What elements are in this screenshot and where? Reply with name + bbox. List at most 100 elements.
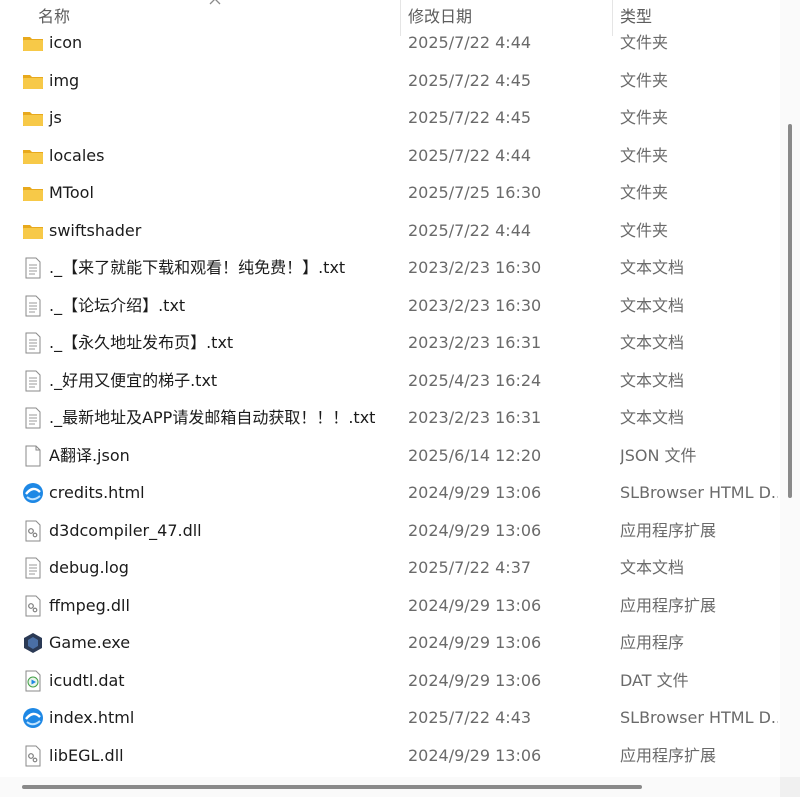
file-modified-date: 2023/2/23 16:31 xyxy=(408,408,542,427)
file-name: ._【永久地址发布页】.txt xyxy=(49,333,234,352)
file-modified-date: 2025/7/22 4:45 xyxy=(408,108,532,127)
media-file-icon xyxy=(22,670,44,692)
folder-icon xyxy=(22,220,44,242)
scrollbar-corner xyxy=(780,777,800,797)
file-type: 文件夹 xyxy=(620,108,669,127)
text-file-icon xyxy=(22,257,44,279)
vertical-scrollbar-thumb[interactable] xyxy=(788,124,792,498)
file-row[interactable]: ._【来了就能下载和观看！纯免费！】.txt 2023/2/23 16:30 文本文… xyxy=(0,249,780,287)
file-name: ._最新地址及APP请发邮箱自动获取！！！.txt xyxy=(49,408,376,427)
text-file-icon xyxy=(22,407,44,429)
file-modified-date: 2024/9/29 13:06 xyxy=(408,745,542,765)
file-type: 应用程序扩展 xyxy=(620,745,717,765)
file-modified-date: 2025/4/23 16:24 xyxy=(408,370,542,390)
file-type: JSON 文件 xyxy=(620,445,697,465)
file-name: locales xyxy=(49,145,105,165)
folder-icon xyxy=(22,107,44,129)
file-name: js xyxy=(49,108,62,127)
file-name: Game.exe xyxy=(49,633,131,652)
file-modified-date: 2025/7/22 4:44 xyxy=(408,145,532,165)
file-type: 文本文档 xyxy=(620,370,685,390)
file-name: ffmpeg.dll xyxy=(49,595,130,615)
file-type: DAT 文件 xyxy=(620,670,689,690)
file-name: debug.log xyxy=(49,558,129,577)
file-type: 文本文档 xyxy=(620,295,685,315)
file-type: 文本文档 xyxy=(620,258,685,277)
dll-file-icon xyxy=(22,520,44,542)
file-name: ._【论坛介绍】.txt xyxy=(49,295,186,315)
file-modified-date: 2025/7/22 4:45 xyxy=(408,70,532,90)
game-exe-icon xyxy=(22,632,44,654)
file-type: 文本文档 xyxy=(620,558,685,577)
vertical-scrollbar[interactable] xyxy=(780,0,800,777)
file-row[interactable]: locales 2025/7/22 4:44 文件夹 xyxy=(0,137,780,175)
file-modified-date: 2025/7/22 4:44 xyxy=(408,220,532,240)
folder-icon xyxy=(22,32,44,54)
file-modified-date: 2025/7/25 16:30 xyxy=(408,183,542,202)
folder-icon xyxy=(22,182,44,204)
file-row[interactable]: ffmpeg.dll 2024/9/29 13:06 应用程序扩展 xyxy=(0,587,780,625)
file-modified-date: 2024/9/29 13:06 xyxy=(408,595,542,615)
browser-icon xyxy=(22,707,44,729)
file-modified-date: 2025/6/14 12:20 xyxy=(408,445,542,465)
file-row[interactable]: ._【论坛介绍】.txt 2023/2/23 16:30 文本文档 xyxy=(0,287,780,325)
file-row[interactable]: ._好用又便宜的梯子.txt 2025/4/23 16:24 文本文档 xyxy=(0,362,780,400)
file-modified-date: 2025/7/22 4:43 xyxy=(408,708,532,727)
file-row[interactable]: ._【永久地址发布页】.txt 2023/2/23 16:31 文本文档 xyxy=(0,324,780,362)
text-file-icon xyxy=(22,332,44,354)
file-row[interactable]: icon 2025/7/22 4:44 文件夹 xyxy=(0,24,780,62)
file-name: A翻译.json xyxy=(49,445,130,465)
file-name: ._【来了就能下载和观看！纯免费！】.txt xyxy=(49,258,346,277)
file-row[interactable]: credits.html 2024/9/29 13:06 SLBrowser HTM… xyxy=(0,474,780,512)
file-name: d3dcompiler_47.dll xyxy=(49,520,202,540)
file-row[interactable]: swiftshader 2025/7/22 4:44 文件夹 xyxy=(0,212,780,250)
file-row[interactable]: js 2025/7/22 4:45 文件夹 xyxy=(0,99,780,137)
file-row[interactable]: ._最新地址及APP请发邮箱自动获取！！！.txt 2023/2/23 16:31… xyxy=(0,399,780,437)
text-file-icon xyxy=(22,557,44,579)
file-row[interactable]: libEGL.dll 2024/9/29 13:06 应用程序扩展 xyxy=(0,737,780,775)
horizontal-scrollbar[interactable] xyxy=(0,777,800,797)
file-name: credits.html xyxy=(49,483,145,502)
file-type: SLBrowser HTML D... xyxy=(620,483,778,502)
file-name: icon xyxy=(49,33,83,52)
file-row[interactable]: d3dcompiler_47.dll 2024/9/29 13:06 应用程序扩展 xyxy=(0,512,780,550)
sort-ascending-icon xyxy=(209,0,221,5)
file-modified-date: 2024/9/29 13:06 xyxy=(408,633,542,652)
file-row[interactable]: icudtl.dat 2024/9/29 13:06 DAT 文件 xyxy=(0,662,780,700)
file-modified-date: 2024/9/29 13:06 xyxy=(408,520,542,540)
file-name: index.html xyxy=(49,708,135,727)
file-modified-date: 2023/2/23 16:30 xyxy=(408,258,542,277)
file-type: 应用程序扩展 xyxy=(620,595,717,615)
file-modified-date: 2025/7/22 4:44 xyxy=(408,33,532,52)
file-row[interactable]: debug.log 2025/7/22 4:37 文本文档 xyxy=(0,549,780,587)
file-type: 文本文档 xyxy=(620,408,685,427)
file-row[interactable]: index.html 2025/7/22 4:43 SLBrowser HTML D… xyxy=(0,699,780,737)
text-file-icon xyxy=(22,370,44,392)
file-type: 文件夹 xyxy=(620,183,669,202)
file-name: ._好用又便宜的梯子.txt xyxy=(49,370,218,390)
horizontal-scrollbar-thumb[interactable] xyxy=(22,785,642,789)
file-name: icudtl.dat xyxy=(49,670,125,690)
file-type: SLBrowser HTML D... xyxy=(620,708,778,727)
file-row[interactable]: img 2025/7/22 4:45 文件夹 xyxy=(0,62,780,100)
dll-file-icon xyxy=(22,745,44,767)
file-type: 应用程序 xyxy=(620,633,685,652)
folder-icon xyxy=(22,70,44,92)
file-type: 文件夹 xyxy=(620,145,669,165)
file-row[interactable]: Game.exe 2024/9/29 13:06 应用程序 xyxy=(0,624,780,662)
dll-file-icon xyxy=(22,595,44,617)
blank-file-icon xyxy=(22,445,44,467)
file-type: 应用程序扩展 xyxy=(620,520,717,540)
file-modified-date: 2025/7/22 4:37 xyxy=(408,558,532,577)
folder-icon xyxy=(22,145,44,167)
file-type: 文件夹 xyxy=(620,70,669,90)
file-modified-date: 2023/2/23 16:31 xyxy=(408,333,542,352)
text-file-icon xyxy=(22,295,44,317)
file-modified-date: 2024/9/29 13:06 xyxy=(408,670,542,690)
file-row[interactable]: A翻译.json 2025/6/14 12:20 JSON 文件 xyxy=(0,437,780,475)
file-name: img xyxy=(49,70,80,90)
file-name: swiftshader xyxy=(49,220,142,240)
file-type: 文本文档 xyxy=(620,333,685,352)
file-modified-date: 2024/9/29 13:06 xyxy=(408,483,542,502)
file-row[interactable]: MTool 2025/7/25 16:30 文件夹 xyxy=(0,174,780,212)
